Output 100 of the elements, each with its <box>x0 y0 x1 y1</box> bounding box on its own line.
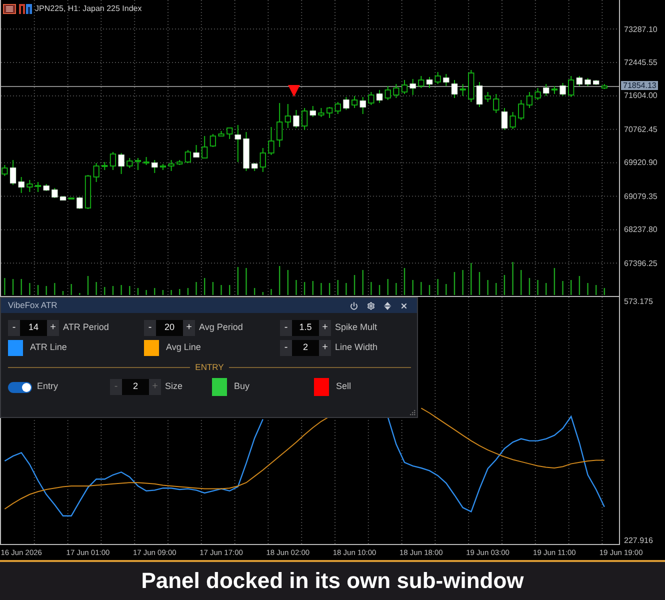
chart-title: JPN225, H1: Japan 225 Index <box>35 5 142 13</box>
candlestick <box>543 84 550 96</box>
power-icon[interactable] <box>350 302 358 310</box>
bars-icon[interactable] <box>19 4 32 14</box>
candlestick <box>202 136 208 158</box>
candlestick <box>10 160 16 186</box>
scale-label: 573.175 <box>624 296 653 306</box>
candlestick <box>268 126 274 156</box>
candlestick <box>351 95 358 108</box>
candlestick <box>184 150 191 164</box>
price-label: 70762.45 <box>624 124 658 134</box>
candlestick <box>152 160 158 174</box>
candlestick <box>326 106 333 118</box>
candlestick <box>276 102 283 148</box>
candlestick <box>526 92 533 108</box>
color-name: Buy <box>234 380 250 394</box>
candlestick <box>310 106 316 118</box>
price-label: 68237.80 <box>624 225 658 234</box>
price-label: 69920.90 <box>624 158 658 168</box>
control-label: Line Width <box>335 341 378 354</box>
candlestick <box>368 92 374 106</box>
color-name: ATR Line <box>30 341 67 354</box>
value-field[interactable]: 1.5 <box>292 320 319 336</box>
candlestick <box>334 101 341 114</box>
increment-button[interactable]: + <box>183 320 195 336</box>
candlestick <box>484 92 491 102</box>
candlestick <box>76 196 83 210</box>
candlestick <box>52 188 58 199</box>
price-label: 67396.25 <box>624 258 658 268</box>
candlestick <box>302 107 308 131</box>
price-label: 72445.55 <box>624 58 658 67</box>
decrement-button[interactable]: - <box>8 320 20 336</box>
candlestick <box>93 162 100 182</box>
candlestick <box>343 96 350 111</box>
current-price-label: 71854.13 <box>621 81 658 90</box>
candlestick <box>518 99 524 120</box>
candlestick <box>360 96 366 114</box>
price-label: 69079.35 <box>624 192 658 201</box>
candlestick <box>210 133 216 148</box>
candlestick <box>226 127 233 140</box>
candlestick <box>510 112 516 130</box>
control-label: ATR Period <box>63 321 109 334</box>
value-field[interactable]: 2 <box>292 340 319 356</box>
color-swatch-icon[interactable] <box>8 340 23 356</box>
candlestick <box>260 148 266 172</box>
candlestick <box>110 151 116 170</box>
candlestick <box>534 87 541 100</box>
panel-title: VibeFox ATR <box>8 301 58 310</box>
list-icon[interactable] <box>3 4 16 14</box>
candlestick <box>34 181 42 193</box>
candlestick <box>193 144 200 158</box>
candlestick <box>118 152 124 175</box>
candlestick <box>234 124 241 163</box>
diamond-icon[interactable] <box>384 302 391 310</box>
candlestick <box>460 84 466 96</box>
increment-button[interactable]: + <box>319 340 331 356</box>
candlestick <box>126 157 133 169</box>
color-swatch-icon[interactable] <box>314 378 329 396</box>
candlestick <box>560 82 566 96</box>
candlestick <box>284 104 291 128</box>
increment-button[interactable]: + <box>319 320 331 336</box>
candlestick <box>476 81 483 108</box>
increment-button[interactable]: + <box>47 320 59 336</box>
candlestick <box>576 75 582 87</box>
candlestick <box>410 78 416 96</box>
caption-text: Panel docked in its own sub-window <box>141 570 524 592</box>
candlestick <box>18 176 24 194</box>
candlestick <box>293 110 300 128</box>
decrement-button[interactable]: - <box>280 320 292 336</box>
candlestick <box>451 80 458 99</box>
decrement-button[interactable]: - <box>280 340 292 356</box>
resize-grip-icon[interactable] <box>410 410 416 416</box>
color-name: Avg Line <box>166 341 201 354</box>
value-field[interactable]: 14 <box>20 320 47 336</box>
candlestick <box>434 72 441 85</box>
scale-label: 227.916 <box>624 536 653 546</box>
toggle-name: Entry <box>37 380 58 394</box>
down-triangle-icon <box>288 85 300 97</box>
candlestick <box>26 180 33 193</box>
value-field[interactable]: 2 <box>122 379 149 395</box>
candlestick <box>568 75 574 98</box>
candlestick <box>493 93 500 114</box>
candlestick <box>376 89 383 104</box>
color-swatch-icon[interactable] <box>212 378 227 396</box>
candlestick <box>418 75 424 88</box>
color-swatch-icon[interactable] <box>144 340 159 356</box>
candlestick <box>401 80 408 94</box>
price-label: 73287.10 <box>624 24 658 34</box>
section-heading: ENTRY <box>195 362 224 372</box>
control-label: Spike Mult <box>335 321 378 334</box>
price-label: 71604.00 <box>624 91 658 100</box>
value-field[interactable]: 20 <box>156 320 183 336</box>
control-label: Avg Period <box>199 321 243 334</box>
decrement-button[interactable]: - <box>144 320 156 336</box>
settings-icon[interactable] <box>367 302 375 310</box>
close-icon[interactable] <box>400 302 408 310</box>
toggle-switch[interactable] <box>8 382 32 392</box>
candlestick <box>393 84 400 99</box>
candlestick <box>443 74 450 87</box>
color-name: Sell <box>336 380 352 394</box>
